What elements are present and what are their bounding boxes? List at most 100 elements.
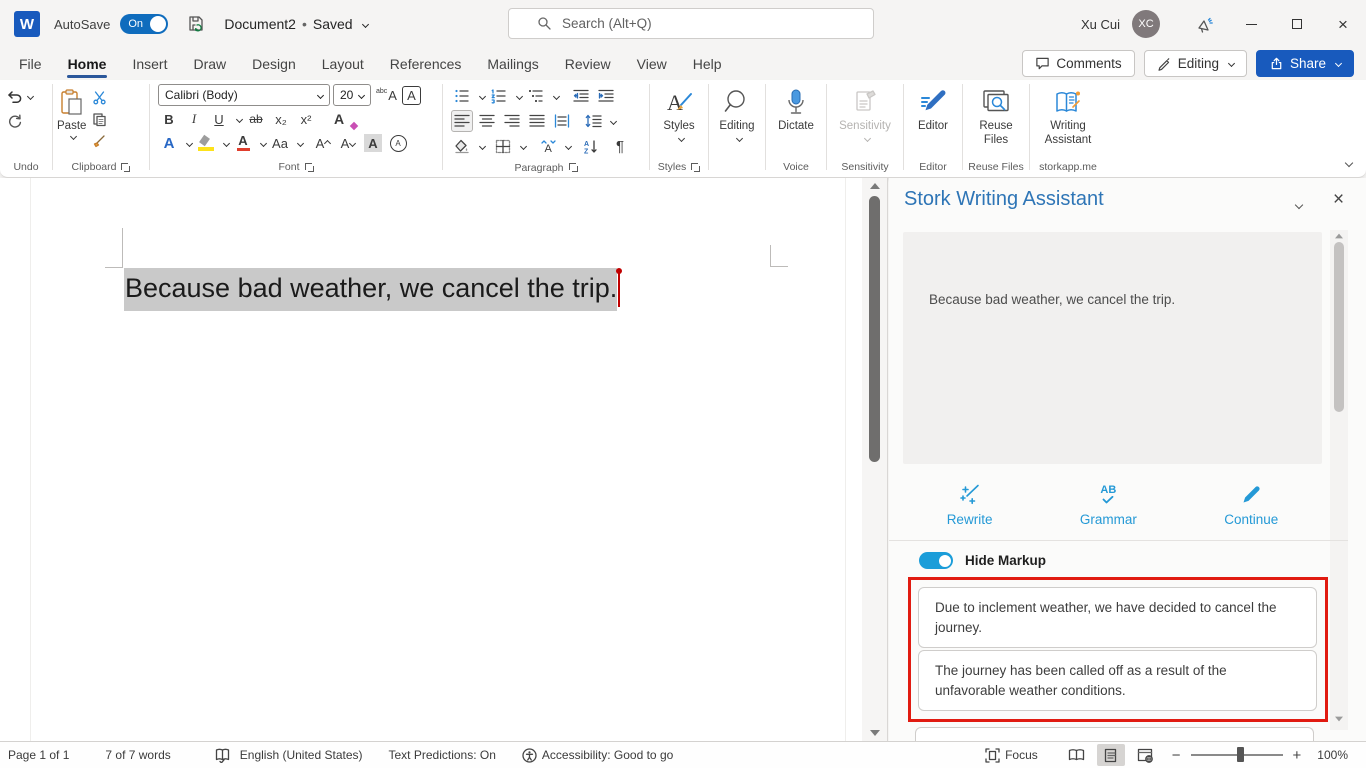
suggestion-card[interactable]: The journey has been called off as a res… — [918, 650, 1317, 712]
search-input[interactable]: Search (Alt+Q) — [508, 8, 874, 39]
font-name-select[interactable]: Calibri (Body) — [158, 84, 330, 106]
text-predictions-indicator[interactable]: Text Predictions: On — [389, 748, 496, 762]
zoom-slider[interactable] — [1190, 747, 1283, 763]
editing-button[interactable]: Editing — [713, 83, 761, 143]
undo-button[interactable] — [6, 89, 35, 104]
maximize-button[interactable] — [1274, 0, 1320, 48]
underline-button[interactable]: U — [208, 108, 230, 130]
strikethrough-button[interactable]: ab — [245, 108, 267, 130]
redo-button[interactable] — [6, 112, 33, 128]
subscript-button[interactable]: x₂ — [270, 108, 292, 130]
enclose-characters-button[interactable]: A — [387, 132, 409, 154]
chevron-down-icon[interactable] — [222, 139, 231, 147]
minimize-button[interactable] — [1228, 0, 1274, 48]
scroll-down-icon[interactable] — [870, 730, 880, 736]
editor-button[interactable]: Editor — [908, 83, 958, 133]
increase-indent-button[interactable] — [595, 85, 617, 107]
scroll-up-icon[interactable] — [1335, 233, 1343, 239]
accessibility-status[interactable]: Accessibility: Good to go — [522, 747, 673, 763]
bold-button[interactable]: B — [158, 108, 180, 130]
format-painter-button[interactable] — [92, 134, 107, 149]
chevron-down-icon[interactable] — [259, 139, 268, 147]
suggestion-card[interactable]: Due to inclement weather, we have decide… — [918, 587, 1317, 649]
character-shading-button[interactable]: A — [362, 132, 384, 154]
tab-references[interactable]: References — [377, 48, 475, 80]
superscript-button[interactable]: x² — [295, 108, 317, 130]
document-scrollbar[interactable] — [862, 178, 887, 741]
zoom-level[interactable]: 100% — [1317, 748, 1348, 762]
collapse-ribbon-button[interactable] — [1342, 156, 1354, 171]
chevron-down-icon[interactable] — [296, 139, 305, 147]
comments-button[interactable]: Comments — [1022, 50, 1135, 77]
rewrite-button[interactable]: Rewrite — [947, 484, 992, 527]
borders-button[interactable] — [492, 135, 514, 157]
feedback-button[interactable] — [1182, 0, 1228, 48]
chevron-down-icon[interactable] — [564, 142, 573, 150]
cut-button[interactable] — [92, 90, 107, 105]
chevron-down-icon[interactable] — [609, 117, 618, 125]
sort-button[interactable]: AZ — [580, 135, 602, 157]
proofing-status[interactable] — [215, 747, 230, 763]
zoom-in-button[interactable]: + — [1293, 747, 1302, 764]
shading-button[interactable] — [451, 135, 473, 157]
chevron-down-icon[interactable] — [552, 92, 561, 100]
chevron-down-icon[interactable] — [185, 139, 194, 147]
word-count[interactable]: 7 of 7 words — [105, 748, 170, 762]
autosave-toggle[interactable]: On — [120, 14, 169, 34]
show-formatting-button[interactable]: ¶ — [609, 135, 631, 157]
line-spacing-button[interactable] — [582, 110, 604, 132]
clear-formatting-button[interactable]: A — [328, 108, 359, 131]
web-layout-button[interactable] — [1131, 744, 1159, 766]
dialog-launcher-icon[interactable] — [304, 162, 314, 172]
reuse-files-button[interactable]: Reuse Files — [967, 83, 1025, 148]
grammar-button[interactable]: AB Grammar — [1080, 484, 1137, 527]
avatar[interactable]: XC — [1132, 10, 1160, 38]
document-canvas[interactable]: Because bad weather, we cancel the trip. — [0, 178, 888, 741]
continue-button[interactable]: Continue — [1224, 484, 1278, 527]
tab-home[interactable]: Home — [55, 48, 120, 80]
asian-layout-button[interactable]: A — [537, 135, 559, 157]
styles-button[interactable]: A Styles — [654, 83, 704, 143]
tab-design[interactable]: Design — [239, 48, 309, 80]
change-case-aa-button[interactable]: Aa — [269, 132, 291, 154]
justify-button[interactable] — [526, 110, 548, 132]
tab-insert[interactable]: Insert — [119, 48, 180, 80]
dialog-launcher-icon[interactable] — [691, 162, 701, 172]
pane-options-button[interactable] — [1292, 198, 1304, 213]
tab-help[interactable]: Help — [680, 48, 735, 80]
suggestion-card-partial[interactable] — [915, 727, 1314, 741]
writing-assistant-button[interactable]: Writing Assistant — [1034, 83, 1102, 148]
pane-close-button[interactable]: × — [1333, 189, 1344, 211]
dialog-launcher-icon[interactable] — [568, 163, 578, 172]
hide-markup-toggle[interactable] — [919, 552, 953, 569]
chevron-down-icon[interactable] — [478, 142, 487, 150]
editing-mode-button[interactable]: Editing — [1143, 50, 1247, 77]
sensitivity-button[interactable]: Sensitivity — [831, 83, 899, 143]
decrease-indent-button[interactable] — [570, 85, 592, 107]
source-text-box[interactable]: Because bad weather, we cancel the trip. — [903, 232, 1322, 464]
focus-button[interactable]: Focus — [985, 747, 1038, 763]
chevron-down-icon[interactable] — [519, 142, 528, 150]
dictate-button[interactable]: Dictate — [770, 83, 822, 133]
font-size-select[interactable]: 20 — [333, 84, 371, 106]
font-color-button[interactable]: A — [232, 132, 254, 154]
word-logo[interactable]: W — [14, 11, 40, 37]
chevron-down-icon[interactable] — [478, 92, 487, 100]
grow-font-button[interactable]: A — [312, 132, 334, 154]
chevron-down-icon[interactable] — [515, 92, 524, 100]
page-indicator[interactable]: Page 1 of 1 — [8, 748, 69, 762]
align-right-button[interactable] — [501, 110, 523, 132]
tab-mailings[interactable]: Mailings — [474, 48, 551, 80]
scroll-up-icon[interactable] — [869, 183, 880, 189]
change-case-button[interactable]: abc A — [374, 84, 399, 106]
highlight-color-button[interactable] — [195, 132, 217, 154]
character-border-button[interactable]: A — [401, 85, 421, 105]
print-layout-button[interactable] — [1096, 744, 1125, 766]
scrollbar-thumb[interactable] — [1334, 242, 1344, 412]
distribute-button[interactable] — [551, 110, 573, 132]
text-effects-button[interactable]: A — [158, 132, 180, 154]
paste-button[interactable]: Paste — [57, 85, 86, 149]
close-button[interactable]: × — [1320, 0, 1366, 48]
language-indicator[interactable]: English (United States) — [240, 748, 363, 762]
align-left-button[interactable] — [451, 110, 473, 132]
